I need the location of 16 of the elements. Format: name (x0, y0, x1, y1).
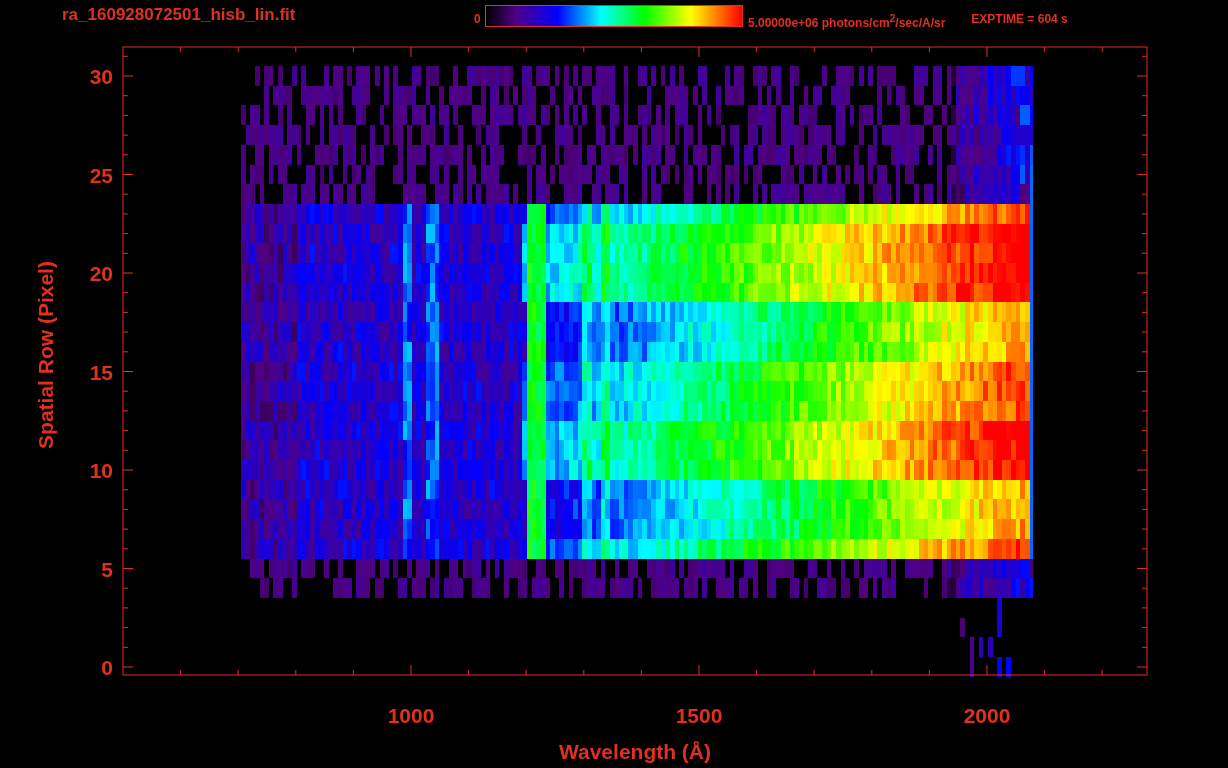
x-tick-label: 1500 (675, 704, 723, 727)
x-tick-label: 2000 (963, 704, 1011, 727)
x-tick-label: 1000 (387, 704, 435, 727)
y-tick-label: 5 (101, 557, 113, 581)
y-tick-label: 15 (89, 360, 113, 384)
y-tick-label: 10 (89, 459, 113, 482)
y-tick-label: 25 (89, 163, 113, 187)
x-axis-label: Wavelength (Å) (558, 740, 712, 763)
y-axis-label: Spatial Row (Pixel) (34, 261, 57, 449)
colorbar-max-label: 5.00000e+06 photons/cm$^{2}$/sec/A/sr (748, 12, 946, 32)
colorbar-min-label: 0 (474, 11, 482, 28)
plot-title: ra_160928072501_hisb_lin.fit (62, 5, 297, 25)
y-tick-label: 30 (89, 65, 113, 88)
y-tick-label: 0 (101, 656, 113, 679)
y-tick-label: 20 (89, 262, 113, 285)
exposure-time: EXPTIME = 604 s (971, 11, 1068, 28)
